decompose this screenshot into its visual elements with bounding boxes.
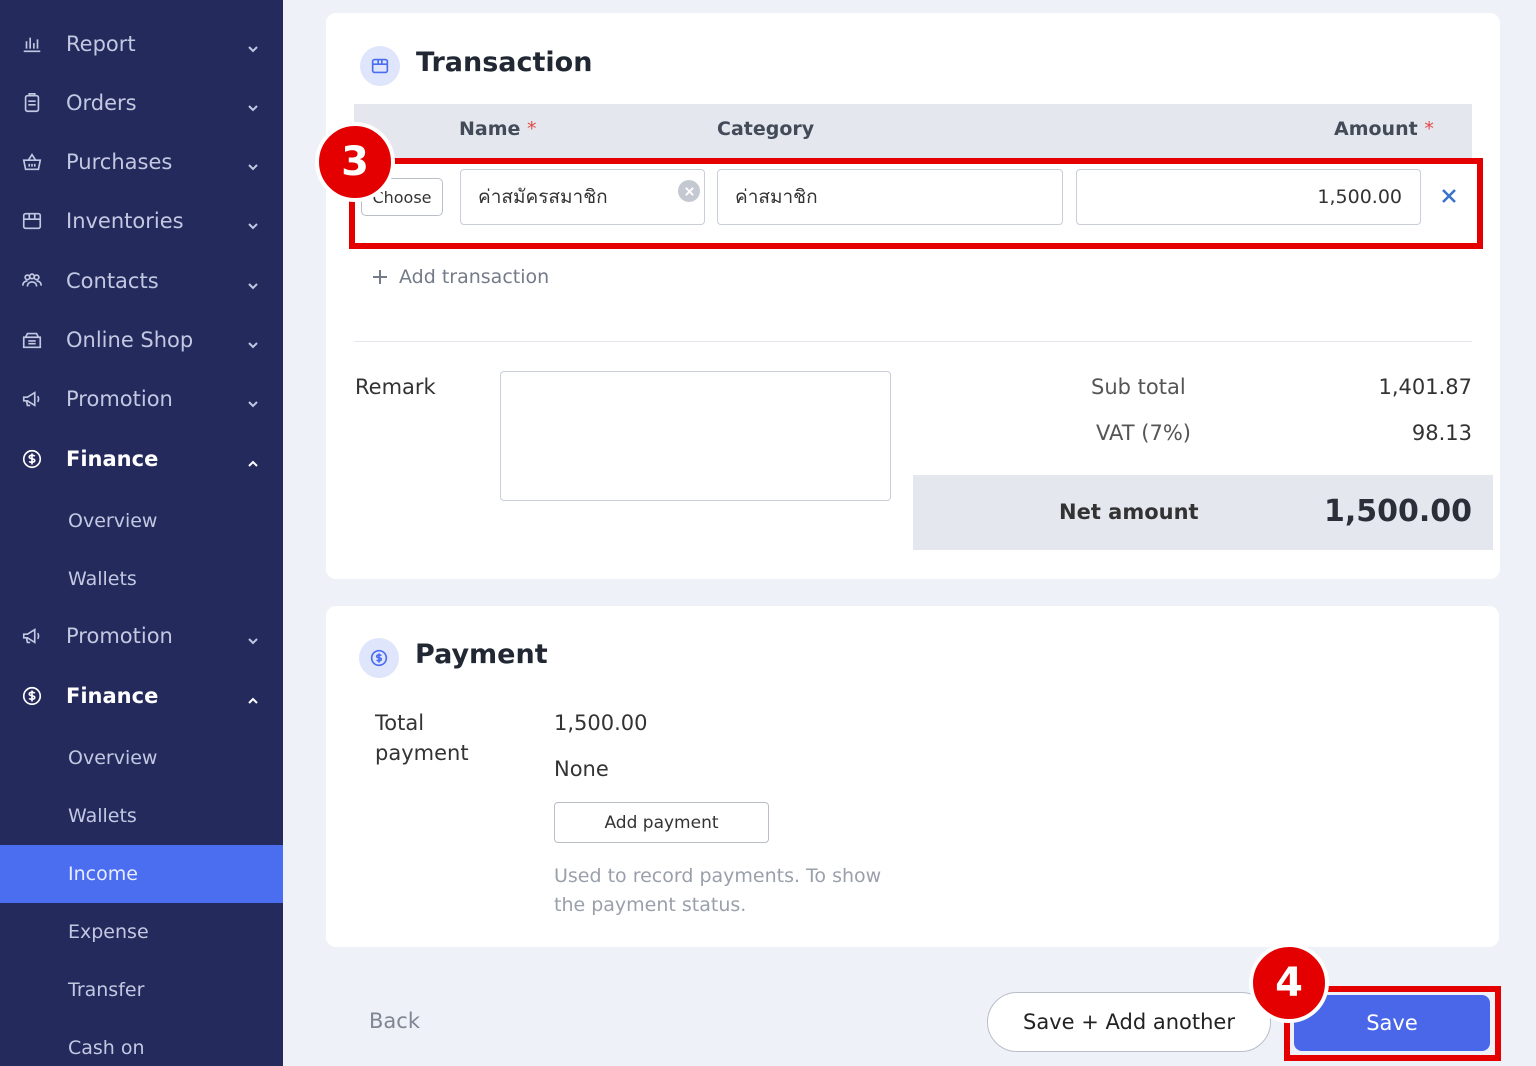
column-header-amount: Amount * — [1334, 118, 1434, 140]
sidebar-subitem-income[interactable]: Income — [0, 845, 283, 903]
vat-label: VAT (7%) — [1096, 421, 1191, 445]
sidebar-item-label: Finance — [66, 447, 159, 471]
column-header-category: Category — [717, 118, 815, 140]
payment-help-line: Used to record payments. To show — [554, 865, 882, 887]
chevron-up-icon — [246, 452, 260, 467]
divider — [354, 341, 1472, 342]
sidebar-subitem-overview[interactable]: Overview — [0, 492, 283, 550]
annotation-highlight-box — [349, 158, 1483, 249]
payment-help-line: the payment status. — [554, 894, 747, 916]
add-transaction-link[interactable]: Add transaction — [371, 266, 549, 288]
chevron-down-icon — [246, 392, 260, 408]
sidebar-subitem-overview[interactable]: Overview — [0, 729, 283, 787]
sidebar-item-orders[interactable]: Orders — [0, 74, 283, 132]
sidebar-subitem-label: Overview — [68, 747, 158, 769]
net-amount-label: Net amount — [1059, 500, 1199, 524]
dollar-circle-icon — [20, 684, 44, 708]
save-add-another-button[interactable]: Save + Add another — [987, 992, 1271, 1052]
back-button[interactable]: Back — [369, 1009, 420, 1033]
sidebar-item-label: Inventories — [66, 209, 184, 233]
sidebar-subitem-wallets[interactable]: Wallets — [0, 787, 283, 845]
dollar-circle-icon — [20, 447, 44, 471]
column-header-label: Name — [459, 118, 521, 140]
sidebar-subitem-label: Wallets — [68, 805, 137, 827]
total-payment-label-line: payment — [375, 741, 469, 765]
sidebar-subitem-label: Income — [68, 863, 138, 885]
sidebar-item-finance[interactable]: Finance — [0, 430, 283, 488]
subtotal-label: Sub total — [1091, 375, 1186, 399]
sidebar-subitem-label: Cash on — [68, 1037, 145, 1059]
add-payment-button[interactable]: Add payment — [554, 802, 769, 843]
sidebar-item-finance[interactable]: Finance — [0, 667, 283, 725]
sidebar-item-online-shop[interactable]: Online Shop — [0, 311, 283, 369]
sidebar-subitem-expense[interactable]: Expense — [0, 903, 283, 961]
section-title-payment: Payment — [415, 639, 548, 670]
add-transaction-label: Add transaction — [399, 266, 550, 288]
total-payment-label-line: Total — [375, 711, 425, 735]
sidebar-item-purchases[interactable]: Purchases — [0, 133, 283, 191]
sidebar-item-promotion[interactable]: Promotion — [0, 370, 283, 428]
section-title-transaction: Transaction — [416, 47, 593, 78]
net-amount-value: 1,500.00 — [1323, 494, 1472, 529]
chevron-down-icon — [246, 214, 260, 230]
chevron-up-icon — [246, 689, 260, 704]
box-icon — [360, 46, 400, 86]
chevron-down-icon — [246, 155, 260, 171]
sidebar-subitem-cash-on[interactable]: Cash on — [0, 1019, 283, 1066]
box-icon — [20, 209, 44, 233]
required-mark: * — [527, 118, 537, 140]
sidebar-subitem-label: Wallets — [68, 568, 137, 590]
sidebar-item-contacts[interactable]: Contacts — [0, 252, 283, 310]
annotation-step-badge: 3 — [315, 122, 395, 202]
sidebar-subitem-transfer[interactable]: Transfer — [0, 961, 283, 1019]
required-mark: * — [1424, 118, 1434, 140]
annotation-step-badge: 4 — [1249, 943, 1329, 1023]
sidebar-item-promotion[interactable]: Promotion — [0, 607, 283, 665]
column-header-name: Name * — [459, 118, 537, 140]
clipboard-icon — [20, 91, 44, 115]
sidebar-subitem-wallets[interactable]: Wallets — [0, 550, 283, 608]
chevron-down-icon — [246, 37, 260, 53]
chevron-down-icon — [246, 274, 260, 290]
megaphone-icon — [20, 387, 44, 411]
payment-help-text: Used to record payments. To show the pay… — [554, 862, 881, 920]
plus-icon — [371, 268, 389, 286]
bar-chart-icon — [20, 32, 44, 56]
sidebar-item-inventories[interactable]: Inventories — [0, 192, 283, 250]
total-payment-value: 1,500.00 — [554, 711, 648, 735]
users-icon — [20, 269, 44, 293]
sidebar: Report Orders Purchases Inventories Cont… — [0, 0, 283, 1066]
chevron-down-icon — [246, 333, 260, 349]
sidebar-item-label: Contacts — [66, 269, 159, 293]
remark-textarea[interactable] — [500, 371, 891, 501]
sidebar-item-report[interactable]: Report — [0, 15, 283, 73]
remark-label: Remark — [355, 375, 436, 399]
vat-value: 98.13 — [1411, 421, 1472, 445]
sidebar-subitem-label: Overview — [68, 510, 158, 532]
subtotal-value: 1,401.87 — [1378, 375, 1472, 399]
sidebar-item-label: Report — [66, 32, 136, 56]
sidebar-item-label: Promotion — [66, 624, 173, 648]
sidebar-subitem-label: Transfer — [68, 979, 145, 1001]
sidebar-item-label: Promotion — [66, 387, 173, 411]
chevron-down-icon — [246, 96, 260, 112]
sidebar-item-label: Finance — [66, 684, 159, 708]
chevron-down-icon — [246, 629, 260, 645]
total-payment-label: Total payment — [375, 711, 469, 765]
payment-method-value: None — [554, 757, 609, 781]
dollar-circle-icon — [359, 638, 399, 678]
column-header-label: Amount — [1334, 118, 1418, 140]
megaphone-icon — [20, 624, 44, 648]
sidebar-item-label: Purchases — [66, 150, 173, 174]
sidebar-item-label: Orders — [66, 91, 137, 115]
shop-icon — [20, 328, 44, 352]
sidebar-subitem-label: Expense — [68, 921, 149, 943]
basket-icon — [20, 150, 44, 174]
sidebar-item-label: Online Shop — [66, 328, 194, 352]
